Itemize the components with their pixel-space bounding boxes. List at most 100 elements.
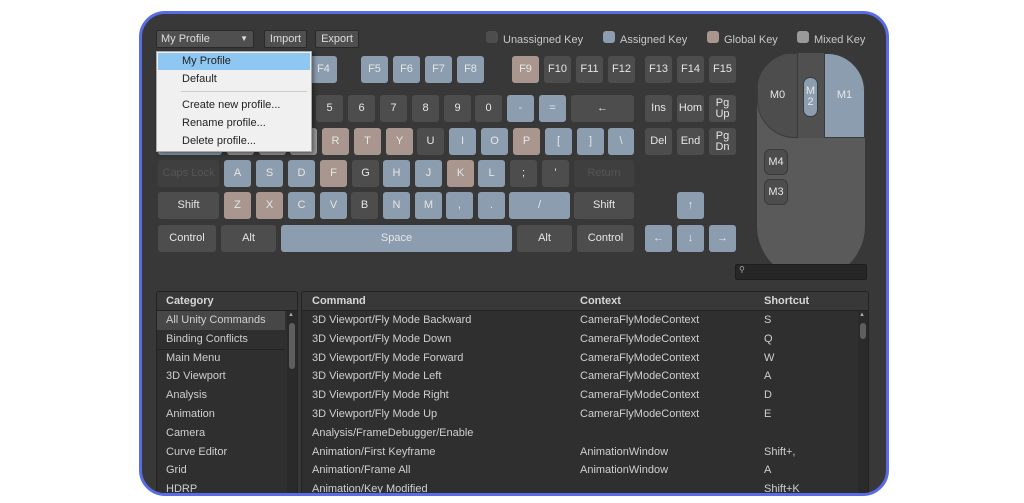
key-u[interactable]: U [417,128,444,155]
menu-item-my-profile[interactable]: My Profile [158,53,310,70]
command-row[interactable]: 3D Viewport/Fly Mode Right CameraFlyModeC… [302,386,856,405]
key-symbol[interactable]: / [509,192,570,219]
key-control[interactable]: Control [577,225,634,252]
mouse-button-m4[interactable]: M4 [764,149,788,175]
key-shift[interactable]: Shift [158,192,219,219]
menu-item-create-new-profile[interactable]: Create new profile... [158,97,310,114]
column-context[interactable]: Context [580,292,621,310]
command-row[interactable]: Analysis/FrameDebugger/Enable [302,424,856,443]
key-n[interactable]: N [383,192,410,219]
key-alt[interactable]: Alt [221,225,276,252]
key-caps-lock[interactable]: Caps Lock [158,160,219,187]
profile-dropdown[interactable]: My Profile ▼ [156,30,254,48]
key-f8[interactable]: F8 [457,56,484,83]
key-i[interactable]: I [449,128,476,155]
key-pg-dn[interactable]: Pg Dn [709,128,736,155]
key-f15[interactable]: F15 [709,56,736,83]
key-j[interactable]: J [415,160,442,187]
key-b[interactable]: B [351,192,378,219]
key-6[interactable]: 6 [348,95,375,122]
key-return[interactable]: Return [574,160,634,187]
column-command[interactable]: Command [312,292,366,310]
key-f13[interactable]: F13 [645,56,672,83]
command-row[interactable]: 3D Viewport/Fly Mode Forward CameraFlyMod… [302,349,856,368]
key-z[interactable]: Z [224,192,251,219]
key-f12[interactable]: F12 [608,56,635,83]
key-f9[interactable]: F9 [512,56,539,83]
key-c[interactable]: C [288,192,315,219]
key-symbol[interactable]: \ [608,128,634,155]
key-del[interactable]: Del [645,128,672,155]
key-symbol[interactable]: - [507,95,534,122]
commands-scrollbar[interactable]: ▲ [858,311,868,493]
key-k[interactable]: K [447,160,474,187]
key-f7[interactable]: F7 [425,56,452,83]
command-row[interactable]: 3D Viewport/Fly Mode Left CameraFlyModeCo… [302,367,856,386]
category-item[interactable]: Binding Conflicts [157,330,285,350]
column-shortcut[interactable]: Shortcut [764,292,809,310]
key-end[interactable]: End [677,128,704,155]
key-f10[interactable]: F10 [544,56,571,83]
menu-item-delete-profile[interactable]: Delete profile... [158,133,310,150]
key-y[interactable]: Y [386,128,413,155]
category-item[interactable]: All Unity Commands [157,311,285,330]
key-p[interactable]: P [513,128,540,155]
category-item[interactable]: 3D Viewport [157,367,285,386]
key-symbol[interactable]: = [539,95,566,122]
menu-item-rename-profile[interactable]: Rename profile... [158,115,310,132]
key-symbol[interactable]: ↑ [677,192,704,219]
command-row[interactable]: Animation/Key Modified Shift+K [302,480,856,493]
key-s[interactable]: S [256,160,283,187]
key-ins[interactable]: Ins [645,95,672,122]
category-item[interactable]: Animation [157,405,285,424]
key-f5[interactable]: F5 [361,56,388,83]
command-row[interactable]: Animation/First Keyframe AnimationWindow S… [302,443,856,462]
key-alt[interactable]: Alt [517,225,572,252]
key-t[interactable]: T [354,128,381,155]
key-symbol[interactable]: ' [542,160,569,187]
key-a[interactable]: A [224,160,251,187]
key-symbol[interactable]: [ [545,128,572,155]
key-symbol[interactable]: . [478,192,505,219]
search-field[interactable]: ⚲ [735,264,867,280]
key-symbol[interactable]: ← [645,225,672,252]
key-pg-up[interactable]: Pg Up [709,95,736,122]
key-f4[interactable]: F4 [310,56,337,83]
key-f14[interactable]: F14 [677,56,704,83]
key-symbol[interactable]: ← [571,95,634,122]
key-0[interactable]: 0 [475,95,502,122]
command-row[interactable]: 3D Viewport/Fly Mode Up CameraFlyModeCont… [302,405,856,424]
key-control[interactable]: Control [158,225,216,252]
key-h[interactable]: H [383,160,410,187]
mouse-button-m1[interactable]: M1 [824,53,865,138]
category-item[interactable]: Curve Editor [157,443,285,462]
key-v[interactable]: V [320,192,347,219]
key-m[interactable]: M [415,192,442,219]
mouse-button-m0[interactable]: M0 [757,53,798,138]
mouse-button-m3[interactable]: M3 [764,179,788,205]
command-row[interactable]: Animation/Frame All AnimationWindow A [302,461,856,480]
key-f6[interactable]: F6 [393,56,420,83]
import-button[interactable]: Import [264,30,307,48]
category-item[interactable]: HDRP [157,480,285,493]
key-symbol[interactable]: , [446,192,473,219]
key-o[interactable]: O [481,128,508,155]
export-button[interactable]: Export [315,30,359,48]
key-f11[interactable]: F11 [576,56,603,83]
category-item[interactable]: Camera [157,424,285,443]
mouse-button-m2[interactable]: M2 [803,77,818,117]
key-f[interactable]: F [320,160,347,187]
key-symbol[interactable]: ; [510,160,537,187]
menu-item-default[interactable]: Default [158,71,310,88]
key-5[interactable]: 5 [316,95,343,122]
key-g[interactable]: G [352,160,379,187]
key-r[interactable]: R [322,128,349,155]
key-symbol[interactable]: ↓ [677,225,704,252]
key-9[interactable]: 9 [444,95,471,122]
search-input[interactable] [750,265,860,277]
key-l[interactable]: L [478,160,505,187]
key-space[interactable]: Space [281,225,512,252]
key-symbol[interactable]: ] [577,128,604,155]
key-symbol[interactable]: → [709,225,736,252]
key-shift[interactable]: Shift [574,192,634,219]
